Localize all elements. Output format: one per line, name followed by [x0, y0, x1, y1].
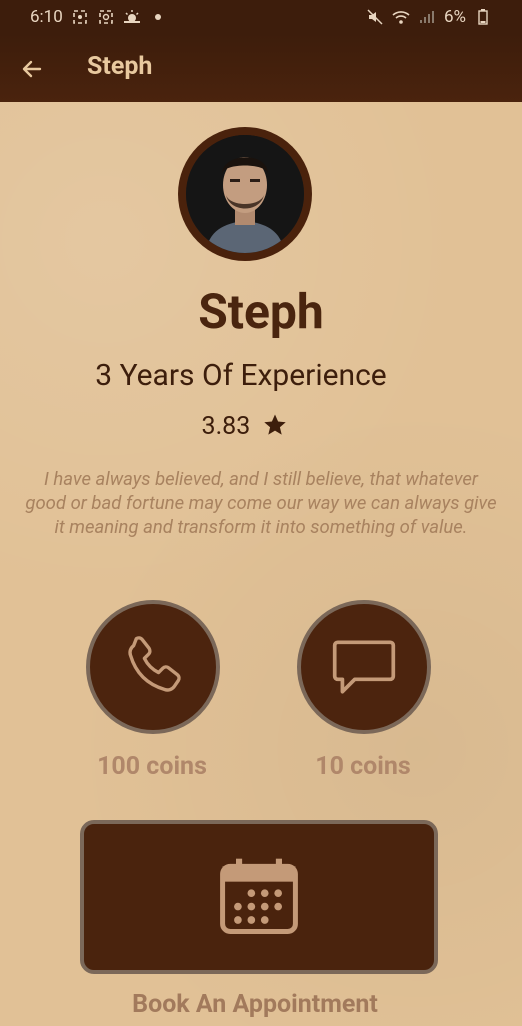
phone-icon — [128, 636, 181, 692]
arrow-left-icon — [22, 60, 42, 78]
avatar-photo — [186, 135, 304, 253]
battery-percent: 6% — [443, 7, 466, 27]
weather-icon — [123, 8, 141, 26]
call-price: 100 coins — [97, 752, 207, 781]
mute-icon — [366, 8, 384, 26]
profile-experience: 3 Years Of Experience — [95, 358, 387, 393]
profile-name: Steph — [198, 283, 324, 340]
app-bar-title: Steph — [87, 52, 153, 81]
profile-bio: I have always believed, and I still beli… — [25, 468, 497, 538]
rating-value: 3.83 — [201, 412, 251, 441]
star-icon — [264, 414, 287, 435]
status-left: 6:10 — [30, 7, 167, 27]
screenshot-icon — [71, 8, 89, 26]
status-right: 6% — [366, 7, 492, 27]
chat-price: 10 coins — [315, 752, 411, 781]
chat-bubble-icon — [332, 640, 396, 694]
back-button[interactable] — [17, 54, 47, 84]
app-bar: Steph — [0, 34, 522, 102]
status-time: 6:10 — [30, 7, 63, 27]
signal-icon — [418, 8, 436, 26]
notification-dot-icon — [149, 8, 167, 26]
book-appointment-button[interactable] — [80, 820, 438, 974]
battery-icon — [474, 8, 492, 26]
profile-avatar-frame — [178, 127, 312, 261]
call-button[interactable] — [86, 600, 220, 734]
screen-record-icon — [97, 8, 115, 26]
chat-button[interactable] — [297, 600, 431, 734]
status-bar: 6:10 6% — [0, 0, 522, 34]
profile-rating: 3.83 — [0, 412, 490, 441]
wifi-icon — [392, 8, 410, 26]
avatar — [186, 135, 304, 253]
book-appointment-label: Book An Appointment — [132, 990, 378, 1019]
calendar-icon — [220, 858, 298, 934]
